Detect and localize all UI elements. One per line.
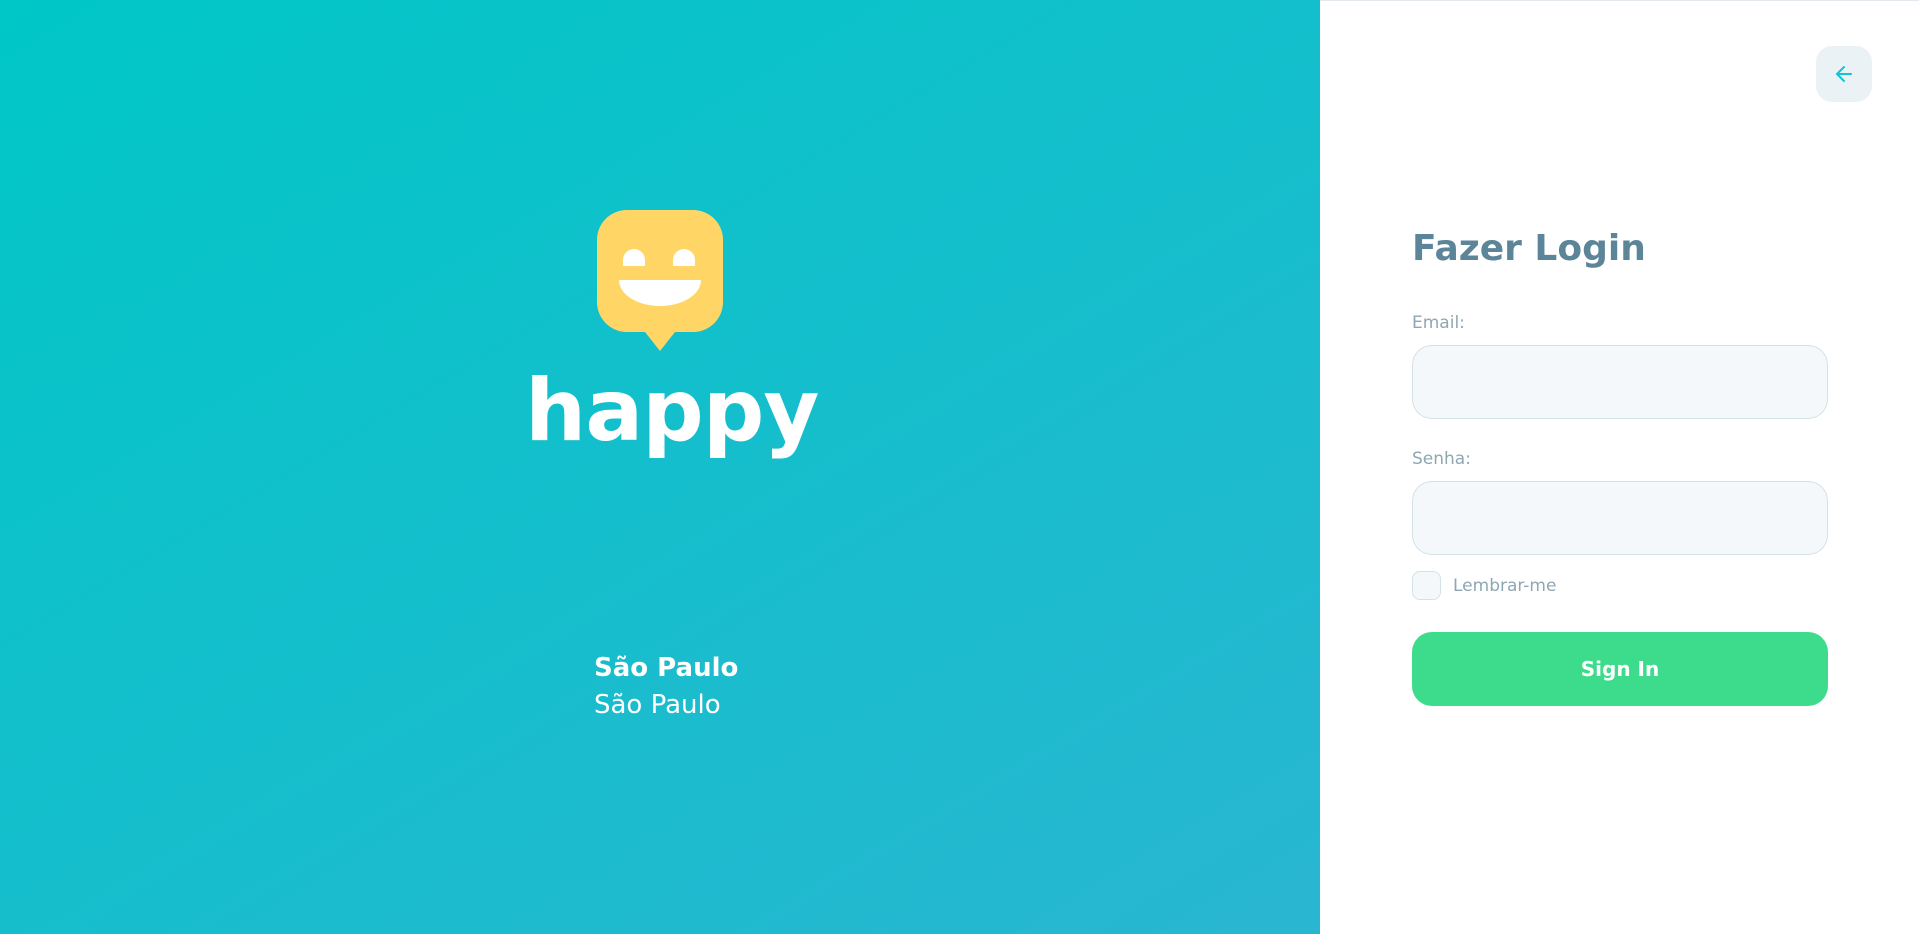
arrow-left-icon: [1836, 66, 1852, 82]
email-input[interactable]: [1412, 345, 1828, 419]
location-state: São Paulo: [594, 690, 721, 720]
login-title: Fazer Login: [1412, 228, 1646, 269]
location-city: São Paulo: [594, 653, 739, 683]
password-input[interactable]: [1412, 481, 1828, 555]
password-label: Senha:: [1412, 449, 1471, 469]
email-label: Email:: [1412, 313, 1465, 333]
remember-me-checkbox[interactable]: [1412, 571, 1441, 600]
sign-in-button[interactable]: Sign In: [1412, 632, 1828, 706]
login-page: happy São Paulo São Paulo Fazer Login Em…: [0, 0, 1919, 934]
brand-panel: happy São Paulo São Paulo: [0, 0, 1320, 934]
smiling-chat-bubble-icon: [597, 210, 723, 351]
login-panel: Fazer Login Email: Senha: Lembrar-me Sig…: [1320, 0, 1919, 934]
brand-name: happy: [525, 361, 819, 461]
remember-me: Lembrar-me: [1412, 571, 1556, 600]
back-button[interactable]: [1816, 46, 1872, 102]
remember-me-label[interactable]: Lembrar-me: [1453, 576, 1556, 596]
location: São Paulo São Paulo: [594, 650, 738, 724]
